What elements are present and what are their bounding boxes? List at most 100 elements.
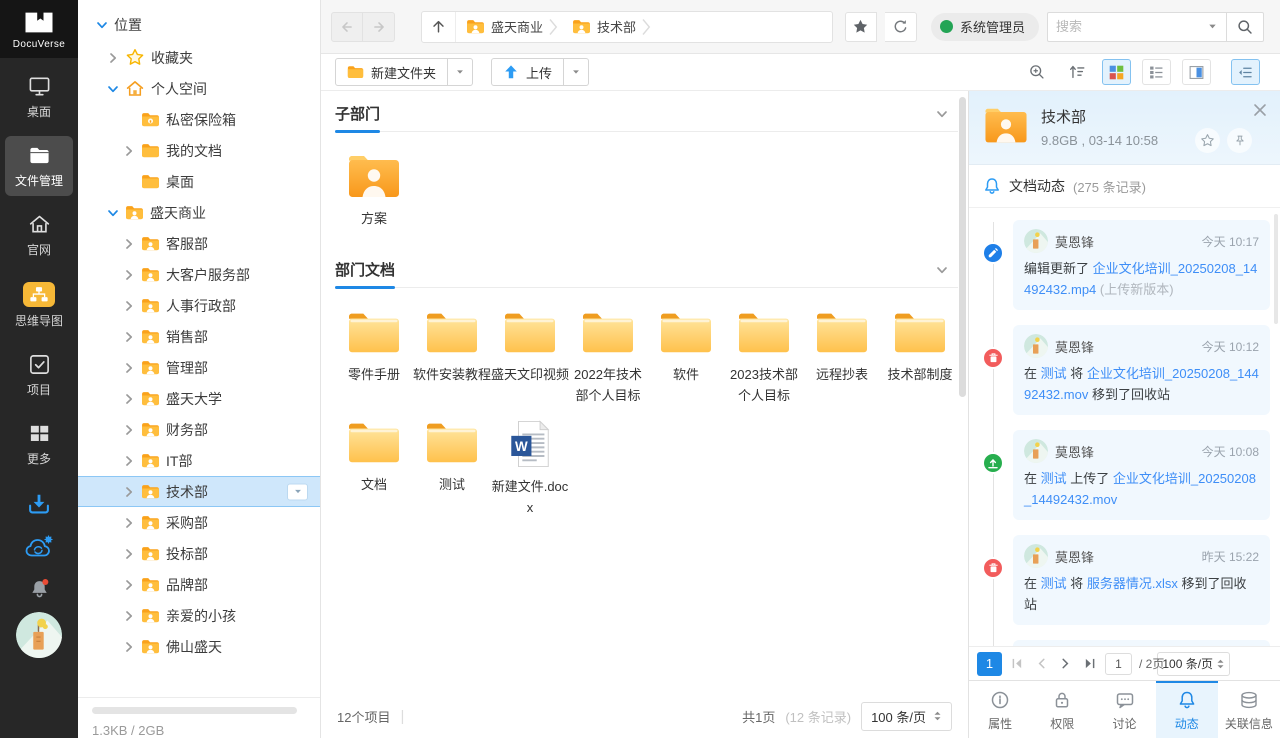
activity-file-link[interactable]: 测试 — [1041, 471, 1067, 486]
chevron-right-icon[interactable] — [122, 579, 135, 591]
tree-item-桌面[interactable]: 桌面 — [78, 166, 320, 197]
chevron-right-icon[interactable] — [122, 548, 135, 560]
rail-item-project[interactable]: 项目 — [5, 345, 73, 405]
tree-item-投标部[interactable]: 投标部 — [78, 538, 320, 569]
search-caret-icon[interactable] — [1207, 21, 1218, 32]
page-size-select[interactable]: 100 条/页 — [861, 702, 952, 731]
prev-page-icon[interactable] — [1033, 658, 1050, 669]
activity-item[interactable]: 莫恩锋今天 10:08在 测试 上传了 企业文化培训_20250208_1449… — [969, 430, 1280, 520]
file-tile-方案[interactable]: 方案 — [335, 154, 413, 229]
last-page-icon[interactable] — [1081, 658, 1098, 669]
tree-item-销售部[interactable]: 销售部 — [78, 321, 320, 352]
breadcrumb-item-盛天商业[interactable]: 盛天商业 — [456, 17, 545, 36]
new-folder-caret[interactable] — [448, 58, 473, 86]
back-button[interactable] — [331, 12, 363, 42]
tree-item-收藏夹[interactable]: 收藏夹 — [78, 42, 320, 73]
rail-item-more[interactable]: 更多 — [5, 414, 73, 474]
activity-page-size-select[interactable]: 100 条/页 — [1157, 652, 1230, 676]
collapse-section-icon[interactable] — [936, 264, 958, 276]
file-tile-零件手册[interactable]: 零件手册 — [335, 310, 413, 406]
file-tile-2023技术部个人目标[interactable]: 2023技术部个人目标 — [725, 310, 803, 406]
grid-view-button[interactable] — [1102, 59, 1131, 85]
activity-item[interactable]: 莫恩锋今天 10:12在 测试 将 企业文化培训_20250208_144924… — [969, 325, 1280, 415]
tree-item-IT部[interactable]: IT部 — [78, 445, 320, 476]
rail-item-desktop[interactable]: 桌面 — [5, 67, 73, 127]
favorite-button[interactable] — [845, 12, 877, 42]
chevron-down-icon[interactable] — [106, 207, 119, 219]
tab-activity[interactable]: 动态 — [1156, 681, 1218, 738]
new-folder-button[interactable]: 新建文件夹 — [335, 58, 448, 86]
file-tile-2022年技术部个人目标[interactable]: 2022年技术部个人目标 — [569, 310, 647, 406]
tree-item-亲爱的小孩[interactable]: 亲爱的小孩 — [78, 600, 320, 631]
rail-item-website[interactable]: 官网 — [5, 205, 73, 265]
chevron-right-icon[interactable] — [122, 331, 135, 343]
activity-item[interactable]: 莫恩锋今天 10:17编辑更新了 企业文化培训_20250208_1449243… — [969, 220, 1280, 310]
up-button[interactable] — [422, 12, 456, 42]
tree-item-盛天大学[interactable]: 盛天大学 — [78, 383, 320, 414]
detail-star-icon[interactable] — [1195, 128, 1220, 153]
chevron-right-icon[interactable] — [122, 393, 135, 405]
tree-item-技术部[interactable]: 技术部 — [78, 476, 320, 507]
notifications-icon[interactable] — [27, 577, 52, 602]
user-avatar[interactable] — [16, 612, 62, 658]
file-tile-软件安装教程[interactable]: 软件安装教程 — [413, 310, 491, 406]
detail-pin-icon[interactable] — [1227, 128, 1252, 153]
tree-item-个人空间[interactable]: 个人空间 — [78, 73, 320, 104]
tree-item-盛天商业[interactable]: 盛天商业 — [78, 197, 320, 228]
next-page-icon[interactable] — [1057, 658, 1074, 669]
chevron-right-icon[interactable] — [122, 486, 135, 498]
upload-button[interactable]: 上传 — [491, 58, 564, 86]
content-scrollbar[interactable] — [959, 97, 966, 397]
tree-item-我的文档[interactable]: 我的文档 — [78, 135, 320, 166]
file-tile-技术部制度[interactable]: 技术部制度 — [881, 310, 959, 406]
chevron-right-icon[interactable] — [122, 300, 135, 312]
tree-item-管理部[interactable]: 管理部 — [78, 352, 320, 383]
chevron-right-icon[interactable] — [122, 641, 135, 653]
tree-item-品牌部[interactable]: 品牌部 — [78, 569, 320, 600]
tab-related-info[interactable]: 关联信息 — [1218, 681, 1280, 738]
file-tile-文档[interactable]: 文档 — [335, 420, 413, 518]
current-page-button[interactable]: 1 — [977, 652, 1002, 676]
file-tile-测试[interactable]: 测试 — [413, 420, 491, 518]
chevron-right-icon[interactable] — [122, 424, 135, 436]
chevron-right-icon[interactable] — [122, 362, 135, 374]
download-icon[interactable] — [26, 491, 52, 517]
tree-item-佛山盛天[interactable]: 佛山盛天 — [78, 631, 320, 662]
close-panel-icon[interactable] — [1253, 103, 1267, 120]
collapse-section-icon[interactable] — [936, 108, 958, 120]
tree-item-私密保险箱[interactable]: 私密保险箱 — [78, 104, 320, 135]
zoom-in-icon[interactable] — [1022, 59, 1051, 85]
chevron-right-icon[interactable] — [122, 610, 135, 622]
file-tile-盛天文印视频[interactable]: 盛天文印视频 — [491, 310, 569, 406]
chevron-right-icon[interactable] — [122, 238, 135, 250]
tree-root-location[interactable]: 位置 — [78, 8, 320, 42]
chevron-right-icon[interactable] — [122, 145, 135, 157]
file-tile-新建文件.docx[interactable]: W新建文件.docx — [491, 420, 569, 518]
tree-item-大客户服务部[interactable]: 大客户服务部 — [78, 259, 320, 290]
tree-item-财务部[interactable]: 财务部 — [78, 414, 320, 445]
activity-file-link[interactable]: 服务器情况.xlsx — [1087, 576, 1178, 591]
file-tile-远程抄表[interactable]: 远程抄表 — [803, 310, 881, 406]
column-view-button[interactable] — [1182, 59, 1211, 85]
list-view-button[interactable] — [1142, 59, 1171, 85]
tree-item-menu-button[interactable] — [287, 483, 308, 500]
panel-toggle-button[interactable] — [1231, 59, 1260, 85]
activity-file-link[interactable]: 测试 — [1041, 576, 1067, 591]
search-input[interactable] — [1056, 19, 1201, 34]
activity-item[interactable]: 莫恩锋昨天 15:22在 测试 将 服务器情况.xlsx 移到了回收站 — [969, 535, 1280, 625]
app-logo[interactable]: DocuVerse — [0, 0, 78, 58]
page-input[interactable]: 1 — [1105, 653, 1132, 675]
breadcrumb-item-技术部[interactable]: 技术部 — [562, 17, 638, 36]
cloud-sync-icon[interactable] — [24, 534, 54, 560]
tree-item-采购部[interactable]: 采购部 — [78, 507, 320, 538]
search-button[interactable] — [1227, 12, 1264, 42]
tab-permissions[interactable]: 权限 — [1031, 681, 1093, 738]
tree-item-客服部[interactable]: 客服部 — [78, 228, 320, 259]
sort-icon[interactable] — [1062, 59, 1091, 85]
tab-discussion[interactable]: 讨论 — [1093, 681, 1155, 738]
tab-properties[interactable]: 属性 — [969, 681, 1031, 738]
rail-item-file-manager[interactable]: 文件管理 — [5, 136, 73, 196]
activity-file-link[interactable]: 测试 — [1041, 366, 1067, 381]
chevron-right-icon[interactable] — [122, 455, 135, 467]
upload-caret[interactable] — [564, 58, 589, 86]
